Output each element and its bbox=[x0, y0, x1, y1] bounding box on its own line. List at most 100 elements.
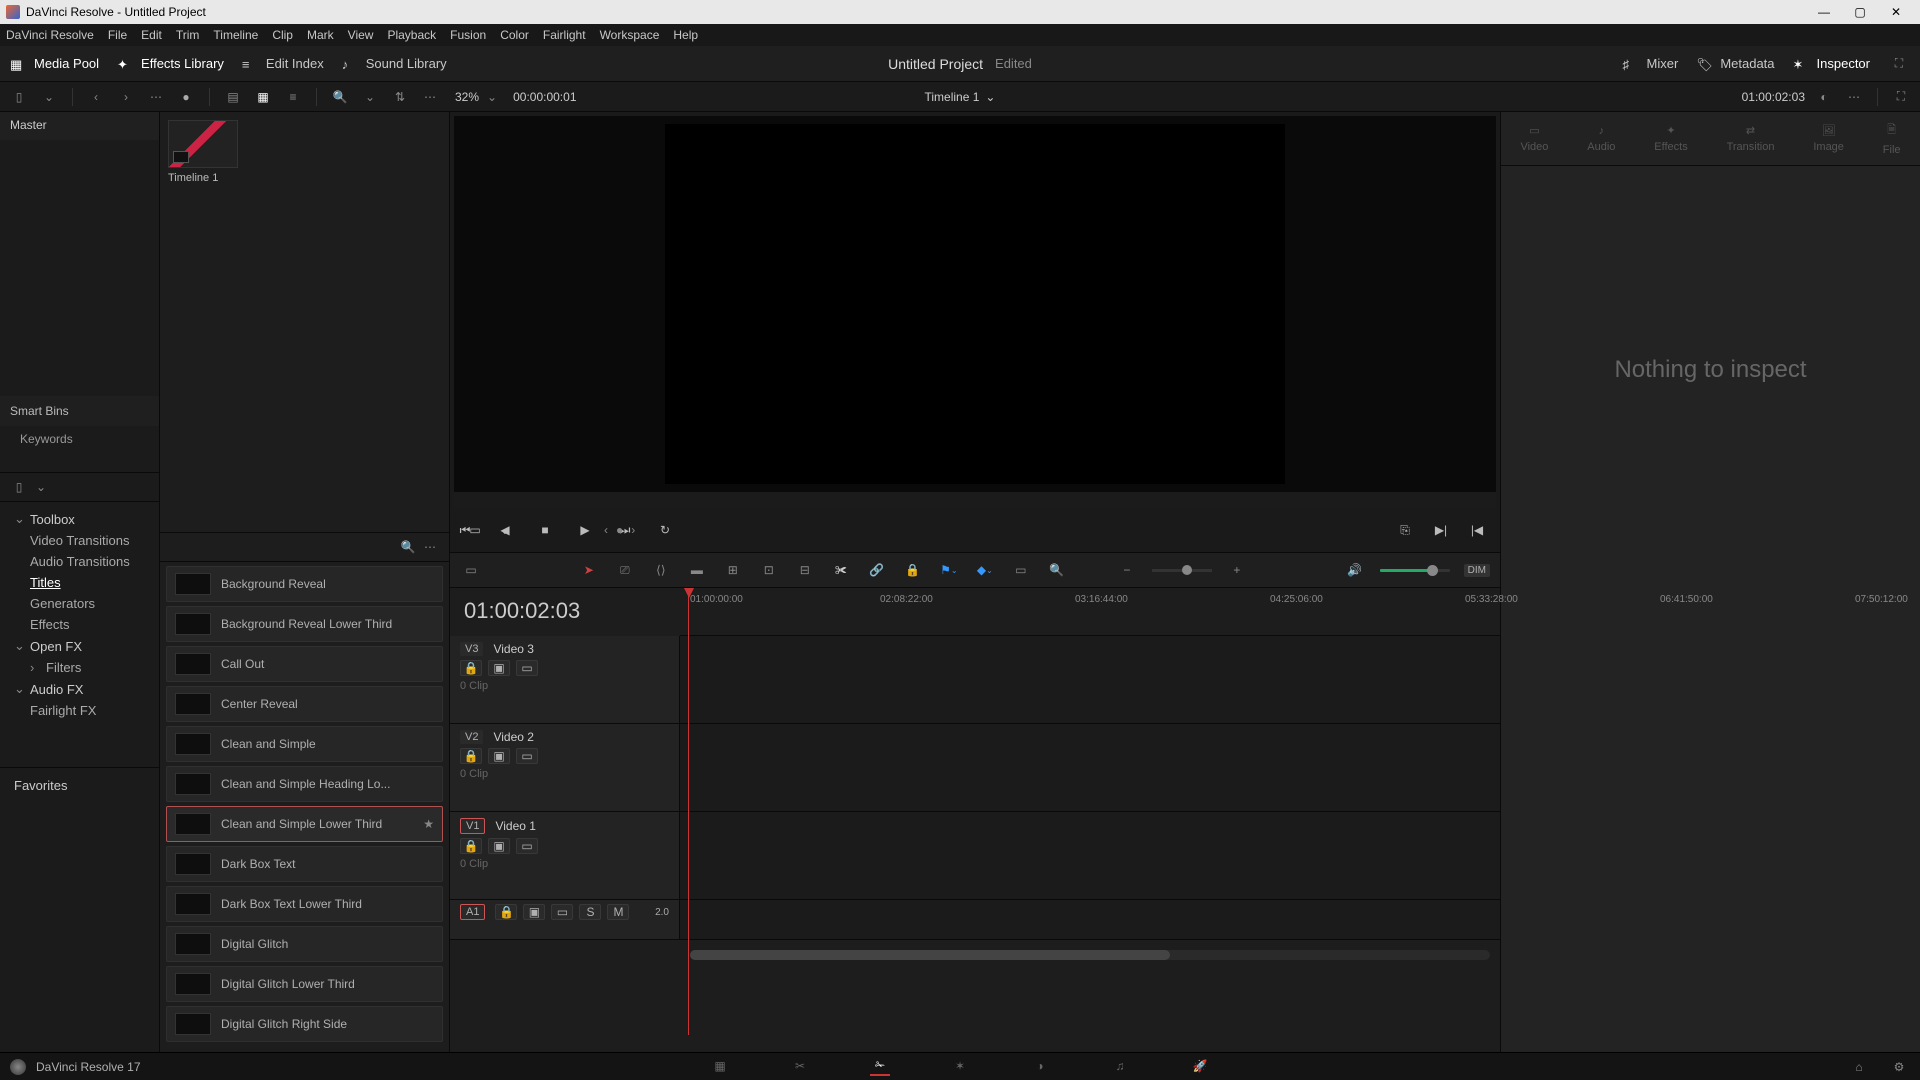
record-arm-icon[interactable]: ▭ bbox=[551, 904, 573, 920]
generators-node[interactable]: Generators bbox=[0, 593, 159, 614]
menu-edit[interactable]: Edit bbox=[141, 28, 162, 42]
next-icon[interactable]: › bbox=[115, 86, 137, 108]
menu-fusion[interactable]: Fusion bbox=[450, 28, 486, 42]
timeline-ruler[interactable]: 01:00:00:00 02:08:22:00 03:16:44:00 04:2… bbox=[680, 588, 1500, 636]
chevron-down-icon[interactable]: ⌄ bbox=[494, 519, 516, 541]
close-button[interactable]: ✕ bbox=[1878, 0, 1914, 24]
bypass-icon[interactable]: ◐ bbox=[1813, 86, 1835, 108]
insert-icon[interactable]: ⊞ bbox=[722, 559, 744, 581]
inspector-tab-audio[interactable]: ♪Audio bbox=[1587, 125, 1615, 153]
favorite-star-icon[interactable]: ★ bbox=[423, 817, 434, 831]
title-item[interactable]: Background Reveal Lower Third bbox=[166, 606, 443, 642]
auto-select-icon[interactable]: ▣ bbox=[488, 838, 510, 854]
fairlightfx-node[interactable]: Fairlight FX bbox=[0, 700, 159, 721]
openfx-node[interactable]: ⌄Open FX bbox=[0, 635, 159, 657]
panel-icon[interactable]: ▯ bbox=[8, 476, 30, 498]
viewer-mode-icon[interactable]: ▭ bbox=[464, 519, 486, 541]
selection-tool[interactable]: ➤ bbox=[578, 559, 600, 581]
track-index[interactable]: V1 bbox=[460, 818, 485, 834]
title-item[interactable]: Center Reveal bbox=[166, 686, 443, 722]
inspector-tab-file[interactable]: 🗎File bbox=[1883, 121, 1901, 156]
titles-node[interactable]: Titles bbox=[0, 572, 159, 593]
disable-icon[interactable]: ▭ bbox=[516, 660, 538, 676]
expand-icon[interactable]: ⛶ bbox=[1890, 86, 1912, 108]
record-icon[interactable]: ● bbox=[175, 86, 197, 108]
maximize-button[interactable]: ▢ bbox=[1842, 0, 1878, 24]
fairlight-page-button[interactable]: ♫ bbox=[1110, 1056, 1130, 1076]
timeline-view-icon[interactable]: ▭ bbox=[460, 559, 482, 581]
marker-icon[interactable]: ◆⌄ bbox=[974, 559, 996, 581]
title-item[interactable]: Clean and Simple Heading Lo... bbox=[166, 766, 443, 802]
deliver-page-button[interactable]: 🚀 bbox=[1190, 1056, 1210, 1076]
menu-clip[interactable]: Clip bbox=[272, 28, 293, 42]
chevron-down-icon[interactable]: ⌄ bbox=[359, 86, 381, 108]
volume-icon[interactable]: 🔊 bbox=[1344, 559, 1366, 581]
bin-view-icon[interactable]: ▯ bbox=[8, 86, 30, 108]
grid-view-icon[interactable]: ▦ bbox=[252, 86, 274, 108]
edit-index-toggle[interactable]: ≡ Edit Index bbox=[242, 56, 324, 71]
solo-button[interactable]: S bbox=[579, 904, 601, 920]
metadata-toggle[interactable]: 🏷 Metadata bbox=[1696, 53, 1774, 75]
settings-icon[interactable]: ⚙ bbox=[1888, 1056, 1910, 1078]
menu-help[interactable]: Help bbox=[673, 28, 698, 42]
media-pool-toggle[interactable]: ▦ Media Pool bbox=[10, 56, 99, 71]
inspector-tab-image[interactable]: 🖼Image bbox=[1813, 124, 1844, 153]
menu-color[interactable]: Color bbox=[500, 28, 529, 42]
mute-button[interactable]: M bbox=[607, 904, 629, 920]
inspector-tab-transition[interactable]: ⇄Transition bbox=[1727, 124, 1775, 153]
effects-node[interactable]: Effects bbox=[0, 614, 159, 635]
track-index[interactable]: V2 bbox=[460, 730, 483, 744]
lock-icon[interactable]: 🔒 bbox=[460, 660, 482, 676]
lock-icon[interactable]: 🔒 bbox=[460, 748, 482, 764]
caption-icon[interactable]: ▭ bbox=[1010, 559, 1032, 581]
horizontal-scrollbar[interactable] bbox=[690, 950, 1490, 960]
zoom-slider[interactable] bbox=[1152, 569, 1212, 572]
prev-icon[interactable]: ‹ bbox=[85, 86, 107, 108]
track-index[interactable]: V3 bbox=[460, 642, 483, 656]
disable-icon[interactable]: ▭ bbox=[516, 748, 538, 764]
replace-icon[interactable]: ⊟ bbox=[794, 559, 816, 581]
dim-button[interactable]: DIM bbox=[1464, 564, 1490, 577]
timeline-thumbnail[interactable]: Timeline 1 bbox=[168, 120, 441, 184]
fusion-page-button[interactable]: ✶ bbox=[950, 1056, 970, 1076]
go-start-icon[interactable]: |◀ bbox=[1466, 519, 1488, 541]
track-lane[interactable] bbox=[680, 636, 1500, 723]
flag-icon[interactable]: ⚑⌄ bbox=[938, 559, 960, 581]
expand-button[interactable]: ⛶ bbox=[1888, 53, 1910, 75]
sound-library-toggle[interactable]: ♪ Sound Library bbox=[342, 56, 447, 71]
lock-icon[interactable]: 🔒 bbox=[902, 559, 924, 581]
lock-icon[interactable]: 🔒 bbox=[495, 904, 517, 920]
master-bin[interactable]: Master bbox=[0, 112, 159, 140]
cut-page-button[interactable]: ✂ bbox=[790, 1056, 810, 1076]
audio-track-a1[interactable]: A1 🔒 ▣ ▭ S M 2.0 bbox=[450, 900, 1500, 940]
marker-dot-icon[interactable]: ● bbox=[616, 523, 623, 537]
video-track[interactable]: V1 Video 1 🔒 ▣ ▭ 0 Clip bbox=[450, 812, 1500, 900]
smart-bins-header[interactable]: Smart Bins bbox=[0, 396, 159, 426]
home-icon[interactable]: ⌂ bbox=[1848, 1056, 1870, 1078]
menu-workspace[interactable]: Workspace bbox=[600, 28, 660, 42]
trim-tool-icon[interactable]: ⎚ bbox=[614, 559, 636, 581]
sort-icon[interactable]: ⇅ bbox=[389, 86, 411, 108]
edit-page-button[interactable]: ✁ bbox=[870, 1056, 890, 1076]
title-item[interactable]: Dark Box Text Lower Third bbox=[166, 886, 443, 922]
zoom-search-icon[interactable]: 🔍 bbox=[1046, 559, 1068, 581]
menu-file[interactable]: File bbox=[108, 28, 127, 42]
video-track[interactable]: V3 Video 3 🔒 ▣ ▭ 0 Clip bbox=[450, 636, 1500, 724]
options-icon[interactable]: ⋯ bbox=[1843, 86, 1865, 108]
track-lane[interactable] bbox=[680, 812, 1500, 899]
toolbox-node[interactable]: ⌄Toolbox bbox=[0, 508, 159, 530]
track-lane[interactable] bbox=[680, 724, 1500, 811]
overwrite-icon[interactable]: ⊡ bbox=[758, 559, 780, 581]
title-item[interactable]: Dark Box Text bbox=[166, 846, 443, 882]
match-frame-icon[interactable]: ⎘ bbox=[1394, 519, 1416, 541]
more-icon[interactable]: ⋯ bbox=[145, 86, 167, 108]
loop-button[interactable]: ↻ bbox=[654, 519, 676, 541]
stop-button[interactable]: ■ bbox=[534, 519, 556, 541]
menu-playback[interactable]: Playback bbox=[387, 28, 436, 42]
search-icon[interactable]: 🔍 bbox=[329, 86, 351, 108]
options-icon[interactable]: ⋯ bbox=[419, 536, 441, 558]
chevron-down-icon[interactable]: ⌄ bbox=[30, 476, 52, 498]
title-item[interactable]: Digital Glitch Right Side bbox=[166, 1006, 443, 1042]
title-item[interactable]: Call Out bbox=[166, 646, 443, 682]
viewer-canvas[interactable] bbox=[454, 116, 1496, 492]
